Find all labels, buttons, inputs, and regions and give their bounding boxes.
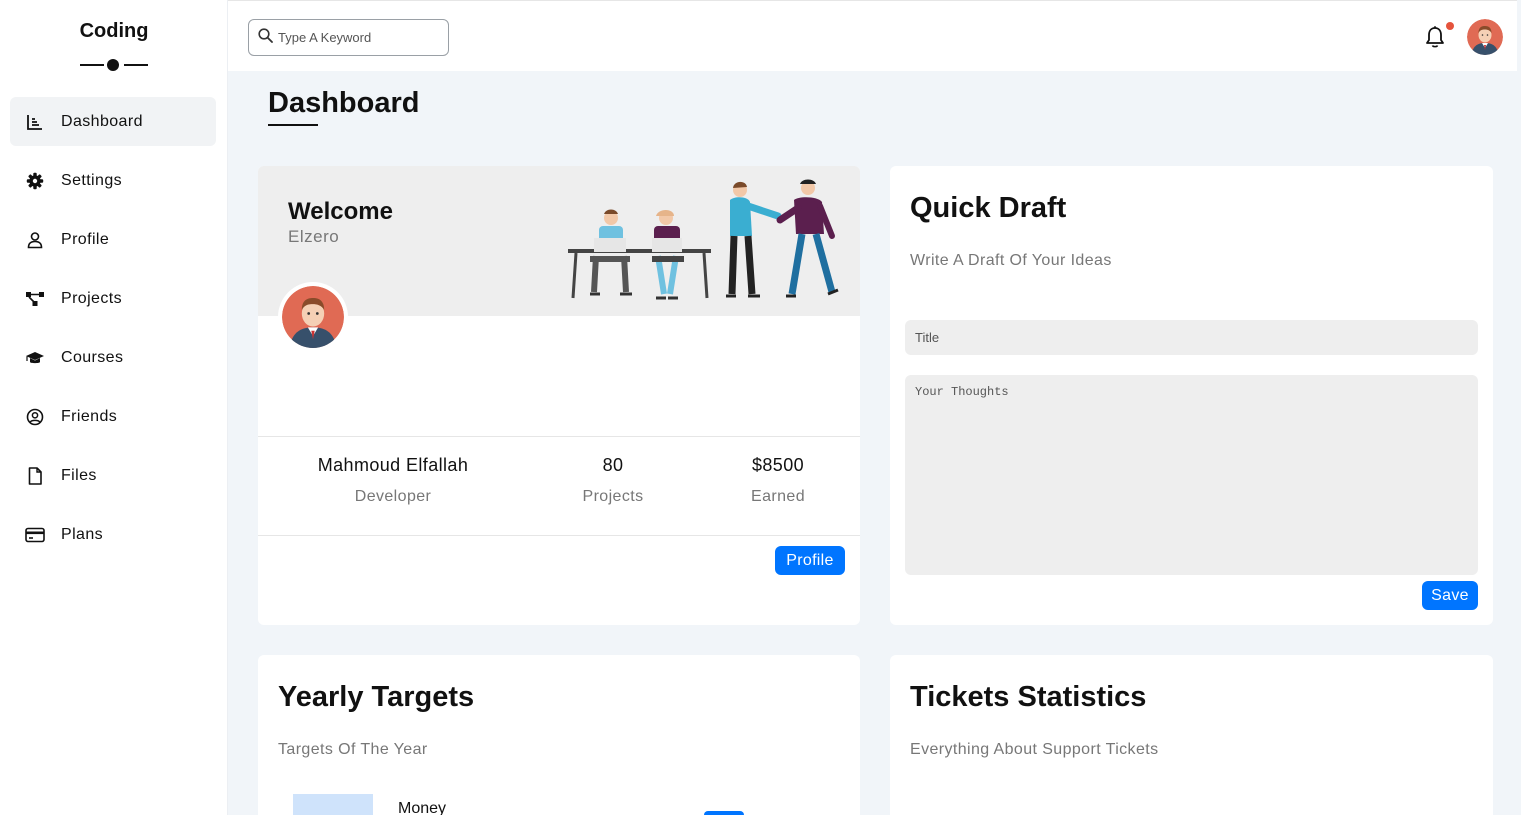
sidebar-item-settings[interactable]: Settings [10, 156, 216, 205]
search-box[interactable] [248, 19, 449, 56]
sidebar-item-courses[interactable]: Courses [10, 333, 216, 382]
stat-value: 80 [602, 455, 624, 475]
sidebar-item-label: Plans [61, 525, 104, 543]
draft-title-input[interactable] [905, 320, 1478, 355]
welcome-banner: Welcome Elzero [258, 166, 860, 316]
target-money-icon [293, 794, 373, 815]
sidebar-item-label: Profile [61, 230, 110, 248]
stat-label: Developer [354, 488, 432, 505]
sidebar-item-label: Files [61, 466, 97, 484]
card-subtitle: Targets Of The Year [278, 741, 428, 758]
gear-icon [25, 171, 45, 191]
welcome-title: Welcome [288, 198, 393, 225]
card-title: Yearly Targets [278, 681, 475, 713]
yearly-targets-card: Yearly Targets Targets Of The Year Money [258, 655, 860, 815]
sidebar-item-label: Friends [61, 407, 118, 425]
target-label: Money [398, 800, 447, 815]
profile-button[interactable]: Profile [775, 546, 845, 575]
card-title: Tickets Statistics [910, 681, 1147, 713]
user-circle-icon [25, 407, 45, 427]
sidebar-item-friends[interactable]: Friends [10, 392, 216, 441]
brand-logo-mark [80, 58, 148, 72]
team-illustration [566, 176, 851, 304]
stat-label: Projects [582, 488, 644, 505]
tickets-statistics-card: Tickets Statistics Everything About Supp… [890, 655, 1493, 815]
sidebar-item-profile[interactable]: Profile [10, 215, 216, 264]
user-icon [25, 230, 45, 250]
search-input[interactable] [278, 30, 438, 45]
chart-icon [25, 112, 45, 132]
sidebar-item-label: Dashboard [61, 112, 143, 130]
sidebar-item-projects[interactable]: Projects [10, 274, 216, 323]
top-header [228, 0, 1521, 71]
diagram-icon [25, 289, 45, 309]
sidebar-item-label: Settings [61, 171, 123, 189]
page-edge [1517, 0, 1521, 815]
notification-dot [1446, 22, 1454, 30]
avatar[interactable] [1467, 19, 1503, 55]
sidebar-item-dashboard[interactable]: Dashboard [10, 97, 216, 146]
sidebar-item-files[interactable]: Files [10, 451, 216, 500]
stat-name: Mahmoud Elfallah Developer [288, 455, 498, 506]
target-progress-bar [704, 811, 744, 815]
stat-value: Mahmoud Elfallah [317, 455, 469, 475]
stat-value: $8500 [751, 455, 805, 475]
sidebar-item-label: Projects [61, 289, 122, 307]
draft-thoughts-textarea[interactable] [905, 375, 1478, 575]
card-title: Quick Draft [910, 192, 1067, 224]
brand-name: Coding [79, 20, 149, 42]
bell-icon[interactable] [1424, 25, 1446, 49]
search-icon [258, 27, 273, 48]
sidebar-item-label: Courses [61, 348, 124, 366]
stat-projects: 80 Projects [563, 455, 663, 506]
sidebar-item-plans[interactable]: Plans [10, 510, 216, 559]
quick-draft-card: Quick Draft Write A Draft Of Your Ideas … [890, 166, 1493, 625]
title-underline [268, 124, 318, 126]
stat-label: Earned [751, 488, 805, 505]
save-button[interactable]: Save [1422, 581, 1478, 610]
page-title: Dashboard [268, 87, 420, 119]
profile-stats: Mahmoud Elfallah Developer 80 Projects $… [258, 436, 860, 536]
sidebar-nav: Dashboard Settings Profile Projects Cour… [10, 97, 216, 569]
welcome-card: Welcome Elzero Mahmoud Elfallah Develope… [258, 166, 860, 625]
card-subtitle: Write A Draft Of Your Ideas [910, 252, 1112, 269]
graduation-cap-icon [25, 348, 45, 368]
card-subtitle: Everything About Support Tickets [910, 741, 1159, 758]
profile-avatar [278, 282, 348, 352]
credit-card-icon [25, 525, 45, 545]
stat-earned: $8500 Earned [728, 455, 828, 506]
file-icon [25, 466, 45, 486]
sidebar: Coding Dashboard Settings Profile Projec… [0, 0, 228, 815]
welcome-subtitle: Elzero [288, 227, 340, 246]
